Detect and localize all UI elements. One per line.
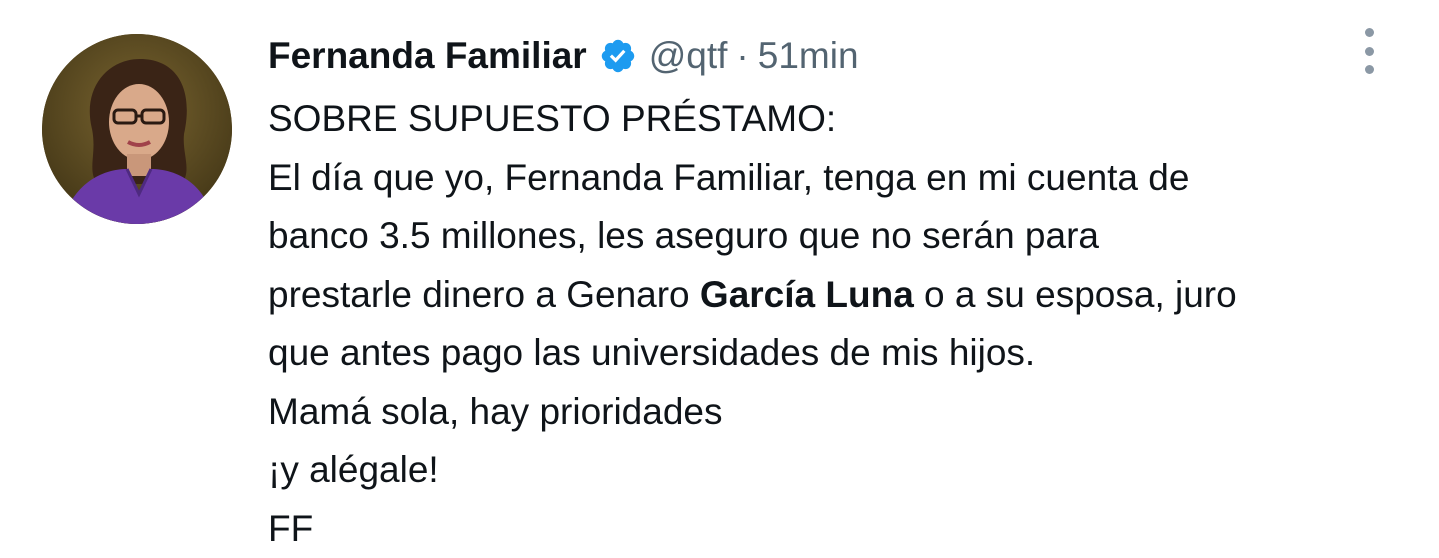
more-vertical-icon[interactable] — [1354, 26, 1384, 76]
more-dot — [1365, 28, 1374, 37]
tweet-line: Mamá sola, hay prioridades — [268, 383, 1418, 442]
tweet-timestamp[interactable]: 51min — [758, 35, 859, 77]
verified-badge-icon — [599, 37, 637, 75]
tweet-text-segment: prestarle dinero a Genaro — [268, 274, 700, 315]
tweet-text: SOBRE SUPUESTO PRÉSTAMO: El día que yo, … — [268, 90, 1418, 558]
tweet-text-segment: o a su esposa, juro — [914, 274, 1237, 315]
tweet-line: que antes pago las universidades de mis … — [268, 324, 1418, 383]
tweet-line: El día que yo, Fernanda Familiar, tenga … — [268, 149, 1418, 208]
more-dot — [1365, 65, 1374, 74]
tweet-header: Fernanda Familiar @qtf · 51min — [268, 30, 859, 82]
more-dot — [1365, 47, 1374, 56]
avatar-image — [42, 34, 232, 224]
tweet-line: SOBRE SUPUESTO PRÉSTAMO: — [268, 90, 1418, 149]
tweet-line: prestarle dinero a Genaro García Luna o … — [268, 266, 1418, 325]
user-handle[interactable]: @qtf — [649, 35, 728, 77]
tweet-line: FF — [268, 500, 1418, 558]
separator-dot: · — [736, 35, 748, 77]
tweet-line: banco 3.5 millones, les aseguro que no s… — [268, 207, 1418, 266]
tweet[interactable]: Fernanda Familiar @qtf · 51min SOBRE SUP… — [0, 0, 1439, 556]
avatar[interactable] — [42, 34, 232, 224]
bold-highlight: García Luna — [700, 274, 914, 315]
display-name[interactable]: Fernanda Familiar — [268, 35, 587, 77]
tweet-line: ¡y alégale! — [268, 441, 1418, 500]
